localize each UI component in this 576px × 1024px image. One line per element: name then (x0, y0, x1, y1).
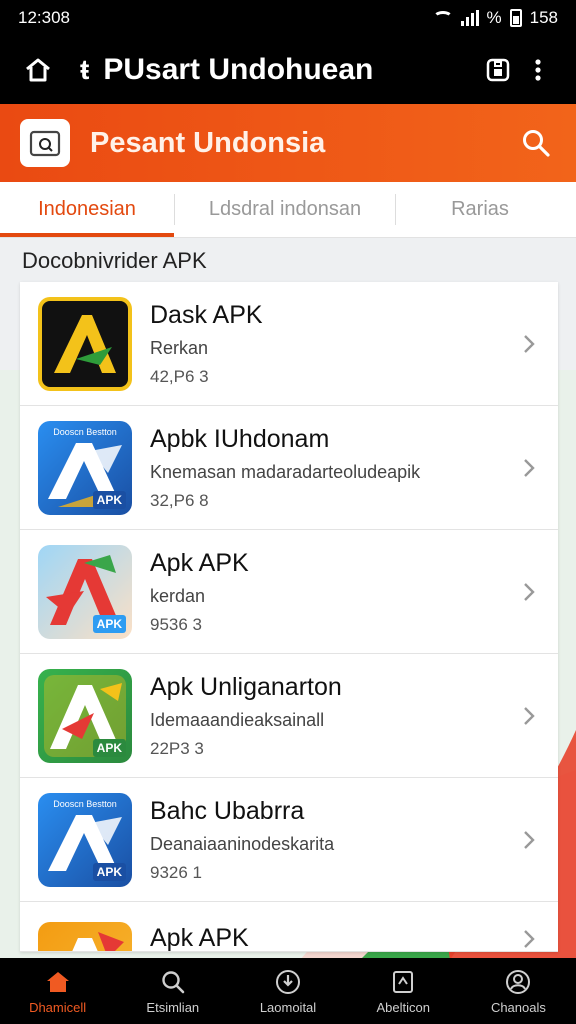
letter-a-icon (72, 932, 124, 951)
icon-caption: APK (92, 490, 126, 509)
app-list: Dask APK Rerkan 42,P6 3 Dooscn Bestton A… (20, 282, 558, 952)
app-name: Apk APK (150, 548, 249, 577)
tab-local-indonesian[interactable]: Ldsdral indonsan (175, 182, 395, 237)
file-icon (389, 968, 417, 996)
header-title: Pesant Undonsia (90, 126, 326, 159)
section-title: Docobnivrider APK (22, 248, 207, 273)
status-extra: % (486, 8, 502, 27)
nav-label: Dhamicell (29, 999, 87, 1015)
list-item-text: Dask APK Rerkan 42,P6 3 (150, 301, 518, 387)
bottom-navigation: Dhamicell Etsimlian Laomoital Abelticon … (0, 958, 576, 1024)
app-title: ŧ PUsart Undohuean (80, 53, 478, 87)
list-item[interactable]: Dooscn Bestton APK Bahc Ubabrra Deanaiaa… (20, 778, 558, 902)
battery-level: 158 (529, 8, 558, 27)
nav-search[interactable]: Etsimlian (115, 958, 230, 1024)
store-logo-icon (29, 130, 61, 157)
wifi-icon (432, 11, 453, 25)
list-item-text: Apbk IUhdonam Knemasan madaradarteoludea… (150, 425, 518, 511)
letter-a-icon (54, 314, 116, 373)
list-item[interactable]: Apk APK (20, 902, 558, 952)
search-icon (159, 968, 187, 996)
home-icon (44, 968, 72, 996)
chevron-right-icon (518, 581, 540, 603)
status-bar: 12:308 % 158 (0, 0, 576, 36)
app-desc: Idemaaandieaksainall (150, 709, 325, 730)
app-name: Bahc Ubabrra (150, 796, 305, 825)
nav-profile[interactable]: Chanoals (461, 958, 576, 1024)
app-meta: 9536 3 (150, 614, 202, 634)
nav-label: Laomoital (259, 999, 317, 1015)
list-item-text: Apk APK kerdan 9536 3 (150, 549, 518, 635)
apk-unliganarton-icon: APK (38, 668, 132, 763)
bahc-icon: Dooscn Bestton APK (38, 792, 132, 887)
nav-label: Abelticon (376, 999, 430, 1015)
save-icon (486, 58, 510, 82)
icon-top-label: Dooscn Bestton (53, 426, 117, 437)
list-item[interactable]: Dask APK Rerkan 42,P6 3 (20, 282, 558, 406)
icon-top-label: Dooscn Bestton (53, 798, 117, 809)
nav-label: Chanoals (490, 999, 546, 1015)
nav-downloads[interactable]: Laomoital (230, 958, 345, 1024)
profile-icon (504, 968, 532, 996)
app-name: Apbk IUhdonam (150, 424, 330, 453)
signal-icon (460, 10, 479, 26)
list-item[interactable]: APK Apk APK kerdan 9536 3 (20, 530, 558, 654)
more-vert-icon (535, 59, 541, 81)
battery-icon (509, 9, 522, 27)
store-logo (20, 119, 70, 167)
apbk-icon: Dooscn Bestton APK (38, 420, 132, 515)
app-title-icon: ŧ (80, 54, 90, 85)
save-button[interactable] (478, 50, 518, 90)
tab-indonesian[interactable]: Indonesian (0, 182, 174, 237)
icon-caption: APK (92, 862, 126, 881)
chevron-right-icon (518, 928, 540, 950)
search-icon (523, 130, 550, 157)
list-item[interactable]: Dooscn Bestton APK Apbk IUhdonam Knemasa… (20, 406, 558, 530)
nav-label: Etsimlian (146, 999, 200, 1015)
app-meta: 32,P6 8 (150, 490, 209, 510)
apk-apk-icon (38, 922, 132, 951)
home-icon (26, 58, 50, 82)
chevron-right-icon (518, 457, 540, 479)
app-meta: 22P3 3 (150, 738, 204, 758)
list-item-text: Apk Unliganarton Idemaaandieaksainall 22… (150, 673, 518, 759)
chevron-right-icon (518, 705, 540, 727)
more-menu-button[interactable] (518, 50, 558, 90)
app-desc: kerdan (150, 585, 206, 606)
list-item[interactable]: APK Apk Unliganarton Idemaaandieaksainal… (20, 654, 558, 778)
app-name: Dask APK (150, 300, 263, 329)
app-meta: 9326 1 (150, 862, 202, 882)
app-name: Apk Unliganarton (150, 672, 342, 701)
tab-various[interactable]: Rarias (396, 182, 564, 237)
app-title-text: PUsart Undohuean (103, 53, 374, 86)
search-button[interactable] (516, 123, 556, 163)
status-icons: % 158 (432, 8, 558, 28)
download-icon (274, 968, 302, 996)
nav-home[interactable]: Dhamicell (0, 958, 115, 1024)
icon-caption: APK (92, 614, 126, 633)
home-button[interactable] (18, 50, 58, 90)
app-name: Apk APK (150, 924, 249, 952)
chevron-right-icon (518, 829, 540, 851)
app-meta: 42,P6 3 (150, 366, 209, 386)
app-desc: Rerkan (150, 337, 209, 358)
app-desc: Deanaiaaninodeskarita (150, 833, 335, 854)
app-bar: ŧ PUsart Undohuean (0, 36, 576, 104)
app-desc: Knemasan madaradarteoludeapik (150, 461, 421, 482)
category-tabs: Indonesian Ldsdral indonsan Rarias (0, 182, 576, 238)
icon-caption: APK (92, 738, 126, 757)
status-time: 12:308 (18, 8, 70, 27)
nav-files[interactable]: Abelticon (346, 958, 461, 1024)
dask-apk-icon (38, 296, 132, 391)
search-header: Pesant Undonsia (0, 104, 576, 182)
list-item-text: Apk APK (150, 922, 518, 952)
list-item-text: Bahc Ubabrra Deanaiaaninodeskarita 9326 … (150, 797, 518, 883)
apk-icon: APK (38, 544, 132, 639)
chevron-right-icon (518, 333, 540, 355)
